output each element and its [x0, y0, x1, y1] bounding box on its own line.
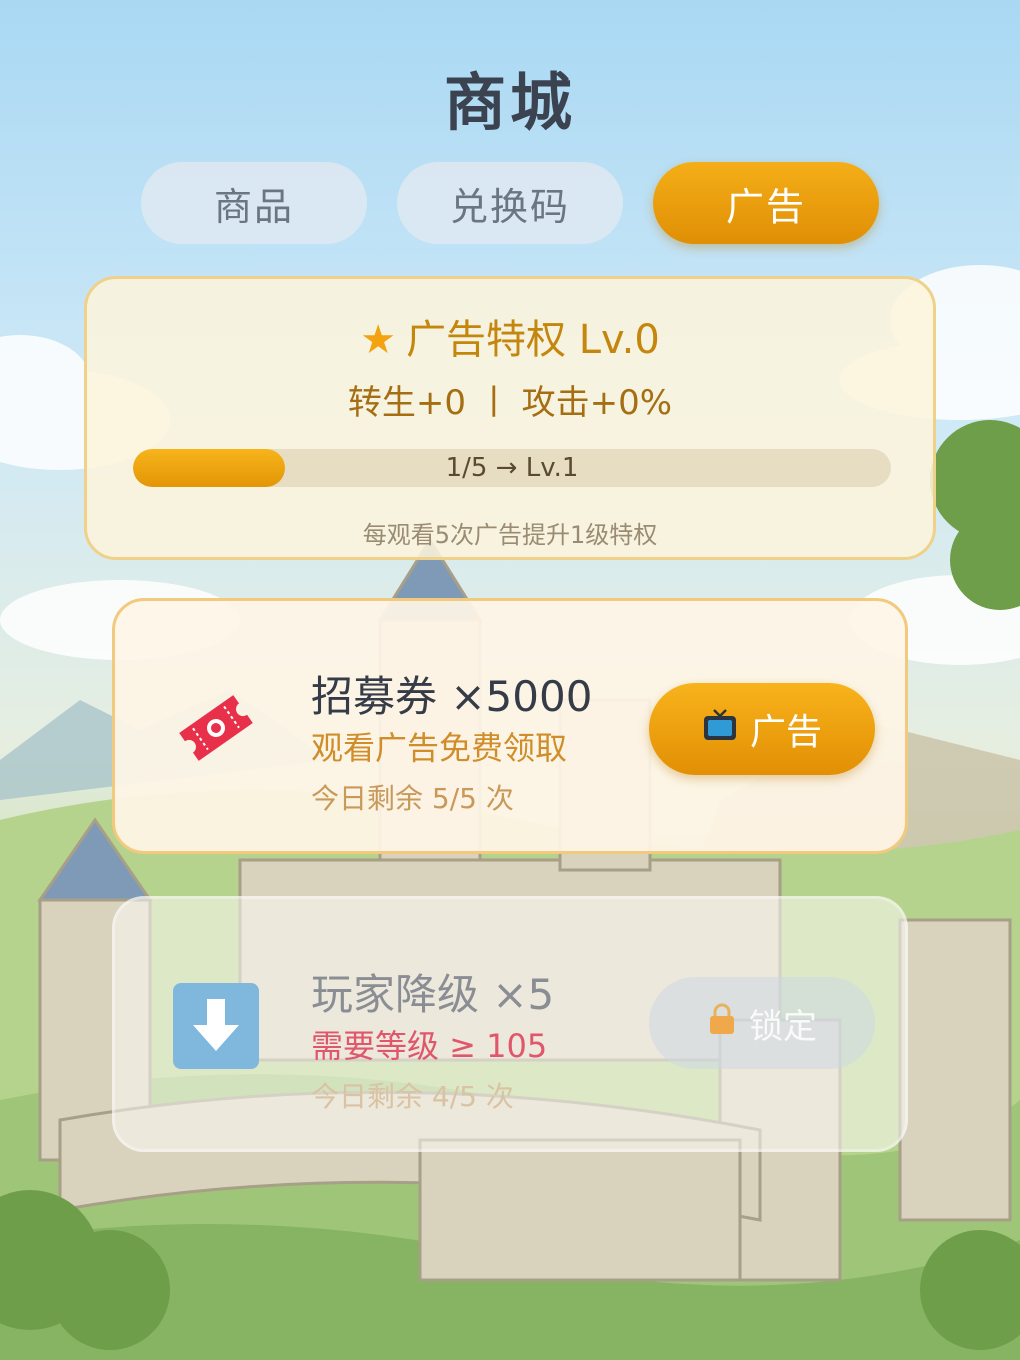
- privilege-title-row: ★ 广告特权 Lv.0: [87, 307, 933, 365]
- star-icon: ★: [360, 317, 397, 363]
- watch-ad-label: 广告: [749, 712, 822, 753]
- lock-icon: [707, 1002, 737, 1045]
- ad-privilege-card: ★ 广告特权 Lv.0 转生+0 丨 攻击+0% 1/5 → Lv.1 每观看5次…: [84, 276, 936, 560]
- tab-ads[interactable]: 广告: [653, 162, 879, 244]
- privilege-stats: 转生+0 丨 攻击+0%: [347, 383, 673, 423]
- tv-icon: [702, 708, 738, 751]
- privilege-title: 广告特权 Lv.0: [406, 317, 660, 363]
- privilege-hint: 每观看5次广告提升1级特权: [362, 521, 658, 549]
- locked-button[interactable]: 锁定: [649, 977, 875, 1069]
- tab-goods[interactable]: 商品: [141, 162, 367, 244]
- watch-ad-button[interactable]: 广告: [649, 683, 875, 775]
- progress-label: 1/5 → Lv.1: [445, 453, 579, 483]
- shop-tabs: 商品 兑换码 广告: [141, 162, 879, 244]
- page-title: 商城: [443, 66, 576, 139]
- offer-remaining-count: 今日剩余 5/5 次: [311, 782, 514, 815]
- offer-card-player-downgrade: 玩家降级 ×5 需要等级 ≥ 105 今日剩余 4/5 次 锁定: [112, 896, 908, 1152]
- tab-redeem-code[interactable]: 兑换码: [397, 162, 623, 244]
- offer-level-requirement: 需要等级 ≥ 105: [311, 1027, 548, 1065]
- arrow-down-icon: [171, 981, 261, 1071]
- offer-card-recruit-ticket: 招募券 ×5000 观看广告免费领取 今日剩余 5/5 次 广告: [112, 598, 908, 854]
- privilege-progress-bar: 1/5 → Lv.1: [133, 449, 891, 487]
- offer-remaining-count: 今日剩余 4/5 次: [311, 1080, 514, 1113]
- offer-name: 招募券 ×5000: [311, 672, 593, 721]
- ticket-icon: [171, 683, 261, 773]
- offer-description: 观看广告免费领取: [311, 729, 568, 767]
- offer-name: 玩家降级 ×5: [311, 970, 555, 1019]
- locked-label: 锁定: [749, 1006, 817, 1047]
